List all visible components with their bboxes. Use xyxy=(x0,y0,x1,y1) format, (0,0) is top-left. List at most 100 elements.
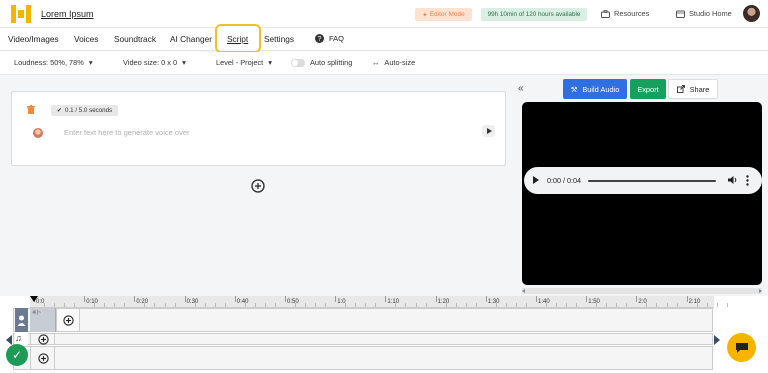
toggle-switch[interactable] xyxy=(291,58,305,67)
ruler-minor-tick xyxy=(546,303,548,307)
person-icon xyxy=(17,315,26,326)
app-logo[interactable] xyxy=(11,5,31,23)
add-music-slot[interactable] xyxy=(30,333,55,345)
hours-available-badge: 99h 10min of 120 hours available xyxy=(481,8,587,21)
ruler-minor-tick xyxy=(716,303,718,307)
ruler-minor-tick xyxy=(726,303,728,307)
ruler-tick-label: 1:50 xyxy=(588,299,600,305)
ruler-tick xyxy=(84,296,86,302)
tab-voices[interactable]: Voices xyxy=(74,34,98,44)
share-label: Share xyxy=(689,84,710,94)
share-icon xyxy=(676,85,685,93)
add-clip-icon xyxy=(63,315,74,326)
ruler-tick-label: 0:30 xyxy=(186,299,199,305)
ruler-minor-tick xyxy=(415,303,417,307)
ruler-minor-tick xyxy=(495,303,497,307)
user-avatar[interactable] xyxy=(743,5,760,22)
voice-avatar[interactable] xyxy=(33,128,43,138)
save-status-check-icon[interactable]: ✓ xyxy=(6,344,28,366)
ruler-tick-label: 0:10 xyxy=(86,299,98,305)
timeline-clip[interactable]: ※|~ xyxy=(30,308,56,332)
playhead-marker[interactable] xyxy=(30,296,38,302)
collapse-panel-icon[interactable]: « xyxy=(518,83,524,94)
loudness-dropdown[interactable]: Loudness: 50%, 78% ▾ xyxy=(14,58,93,67)
ruler-tick xyxy=(485,296,487,302)
ruler-minor-tick xyxy=(345,303,347,307)
ruler-minor-tick xyxy=(214,303,216,307)
ruler-minor-tick xyxy=(375,303,377,307)
ruler-tick-label: 0:40 xyxy=(236,299,249,305)
ruler-minor-tick xyxy=(425,303,427,307)
audio-time: 0:00 / 0:04 xyxy=(547,176,581,185)
ruler-tick xyxy=(586,296,588,302)
scroll-left-arrow-icon[interactable] xyxy=(6,335,12,345)
more-options-icon[interactable] xyxy=(746,175,749,186)
timeline-ruler[interactable]: 0:0 0:10 0:20 0:30 0:40 0:50 1:0 1:10 1:20 1:30 1:… xyxy=(30,296,728,308)
level-label: Level - Project xyxy=(216,58,264,67)
ruler-minor-tick xyxy=(355,303,357,307)
audio-progress-bar[interactable] xyxy=(588,180,716,182)
preview-play-button[interactable] xyxy=(482,125,495,137)
ruler-minor-tick xyxy=(174,303,176,307)
ruler-minor-tick xyxy=(104,303,106,307)
play-icon[interactable] xyxy=(533,176,539,184)
ruler-minor-tick xyxy=(204,303,206,307)
duration-label: 0.1 / 5.0 seconds xyxy=(65,107,113,114)
chat-button[interactable] xyxy=(727,333,756,362)
ruler-minor-tick xyxy=(114,303,116,307)
ruler-tick xyxy=(536,296,537,302)
resize-horizontal-icon: ↔ xyxy=(372,58,380,67)
brand-name[interactable]: Lorem Ipsum xyxy=(41,9,94,19)
tab-ai-changer[interactable]: AI Changer xyxy=(170,34,212,44)
build-audio-label: Build Audio xyxy=(582,84,620,94)
voiceover-text-input[interactable] xyxy=(64,126,314,138)
level-dropdown[interactable]: Level - Project ▾ xyxy=(216,58,272,67)
faq-link[interactable]: ? FAQ xyxy=(315,34,344,43)
resources-link[interactable]: Resources xyxy=(601,9,649,18)
ruler-tick-label: 1:10 xyxy=(387,299,400,305)
volume-icon[interactable] xyxy=(728,175,738,185)
faq-label: FAQ xyxy=(329,34,345,43)
add-block-icon[interactable] xyxy=(251,179,265,193)
scroll-right-arrow-icon[interactable] xyxy=(714,335,720,345)
editor-mode-badge[interactable]: ✦ Editor Mode xyxy=(415,8,472,21)
add-clip-slot[interactable] xyxy=(56,308,80,332)
main-nav: Video/Images Voices Soundtrack AI Change… xyxy=(0,28,768,51)
trash-icon[interactable] xyxy=(27,105,35,114)
tab-settings[interactable]: Settings xyxy=(264,34,294,44)
ruler-tick xyxy=(636,296,638,302)
auto-splitting-toggle[interactable]: Auto splitting xyxy=(291,58,352,67)
briefcase-icon xyxy=(601,9,610,18)
ruler-minor-tick xyxy=(465,303,467,307)
export-button[interactable]: Export xyxy=(630,79,666,99)
auto-size-button[interactable]: ↔ Auto-size xyxy=(372,58,415,67)
add-audio-slot[interactable] xyxy=(30,346,55,370)
tab-script[interactable]: Script xyxy=(215,24,261,53)
studio-home-link[interactable]: Studio Home xyxy=(676,9,732,18)
ruler-minor-tick xyxy=(676,303,678,307)
ruler-minor-tick xyxy=(666,303,668,307)
ruler-minor-tick xyxy=(576,303,578,307)
tab-soundtrack[interactable]: Soundtrack xyxy=(114,34,156,44)
ruler-minor-tick xyxy=(194,303,196,307)
tab-video-images[interactable]: Video/Images xyxy=(8,34,59,44)
music-track xyxy=(13,333,713,345)
duration-badge: ✔ 0.1 / 5.0 seconds xyxy=(51,105,118,116)
studio-home-label: Studio Home xyxy=(689,9,732,18)
hammer-icon: ⚒ xyxy=(570,84,578,94)
resources-label: Resources xyxy=(614,9,650,18)
ruler-minor-tick xyxy=(44,303,46,307)
ruler-minor-tick xyxy=(696,303,698,307)
ruler-tick xyxy=(134,296,136,302)
build-audio-button[interactable]: ⚒ Build Audio xyxy=(563,79,627,99)
video-size-label: Video size: 0 x 0 xyxy=(123,58,178,67)
script-block: ✔ 0.1 / 5.0 seconds xyxy=(11,91,506,166)
ruler-minor-tick xyxy=(295,303,297,307)
ruler-minor-tick xyxy=(264,303,266,307)
preview-scrollbar[interactable] xyxy=(522,288,762,294)
share-button[interactable]: Share xyxy=(668,79,718,99)
ruler-minor-tick xyxy=(515,303,517,307)
ruler-tick xyxy=(285,296,286,302)
ruler-minor-tick xyxy=(616,303,618,307)
video-size-dropdown[interactable]: Video size: 0 x 0 ▾ xyxy=(123,58,186,67)
